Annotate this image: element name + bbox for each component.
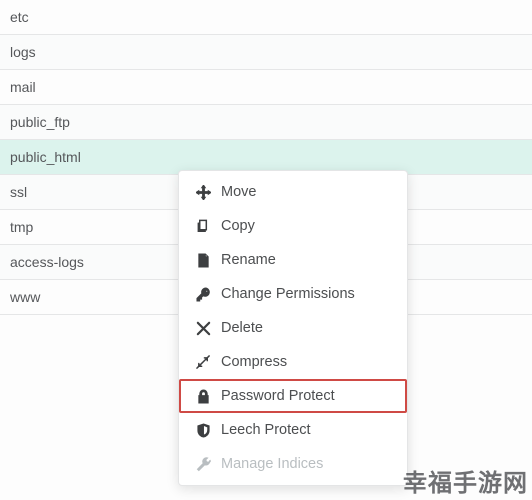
menu-item-label: Change Permissions <box>221 277 355 311</box>
key-icon <box>193 287 213 302</box>
file-name: mail <box>10 79 36 95</box>
watermark: 幸福手游网 <box>403 463 528 498</box>
file-name: access-logs <box>10 254 84 270</box>
file-name: logs <box>10 44 36 60</box>
menu-item-label: Manage Indices <box>221 447 323 481</box>
menu-item-compress[interactable]: Compress <box>179 345 407 379</box>
menu-item-label: Leech Protect <box>221 413 310 447</box>
wrench-icon <box>193 457 213 472</box>
compress-icon <box>193 355 213 370</box>
file-row-public-ftp[interactable]: public_ftp <box>0 105 532 140</box>
copy-icon <box>193 219 213 234</box>
menu-item-rename[interactable]: Rename <box>179 243 407 277</box>
menu-item-move[interactable]: Move <box>179 175 407 209</box>
menu-item-label: Move <box>221 175 256 209</box>
rename-icon <box>193 253 213 268</box>
menu-item-leech-protect[interactable]: Leech Protect <box>179 413 407 447</box>
menu-item-manage-indices: Manage Indices <box>179 447 407 481</box>
delete-icon <box>193 321 213 336</box>
file-row-etc[interactable]: etc <box>0 0 532 35</box>
file-name: tmp <box>10 219 33 235</box>
menu-item-delete[interactable]: Delete <box>179 311 407 345</box>
menu-item-label: Copy <box>221 209 255 243</box>
shield-icon <box>193 423 213 438</box>
file-row-mail[interactable]: mail <box>0 70 532 105</box>
context-menu: Move Copy Rename Change Permissions Dele… <box>178 170 408 486</box>
file-name: www <box>10 289 40 305</box>
file-name: etc <box>10 9 29 25</box>
menu-item-label: Password Protect <box>221 379 335 413</box>
file-name: public_ftp <box>10 114 70 130</box>
menu-item-copy[interactable]: Copy <box>179 209 407 243</box>
menu-item-label: Delete <box>221 311 263 345</box>
lock-icon <box>193 389 213 404</box>
menu-item-label: Compress <box>221 345 287 379</box>
file-row-logs[interactable]: logs <box>0 35 532 70</box>
file-name: ssl <box>10 184 27 200</box>
move-icon <box>193 185 213 200</box>
menu-item-label: Rename <box>221 243 276 277</box>
menu-item-change-permissions[interactable]: Change Permissions <box>179 277 407 311</box>
file-name: public_html <box>10 149 81 165</box>
menu-item-password-protect[interactable]: Password Protect <box>179 379 407 413</box>
